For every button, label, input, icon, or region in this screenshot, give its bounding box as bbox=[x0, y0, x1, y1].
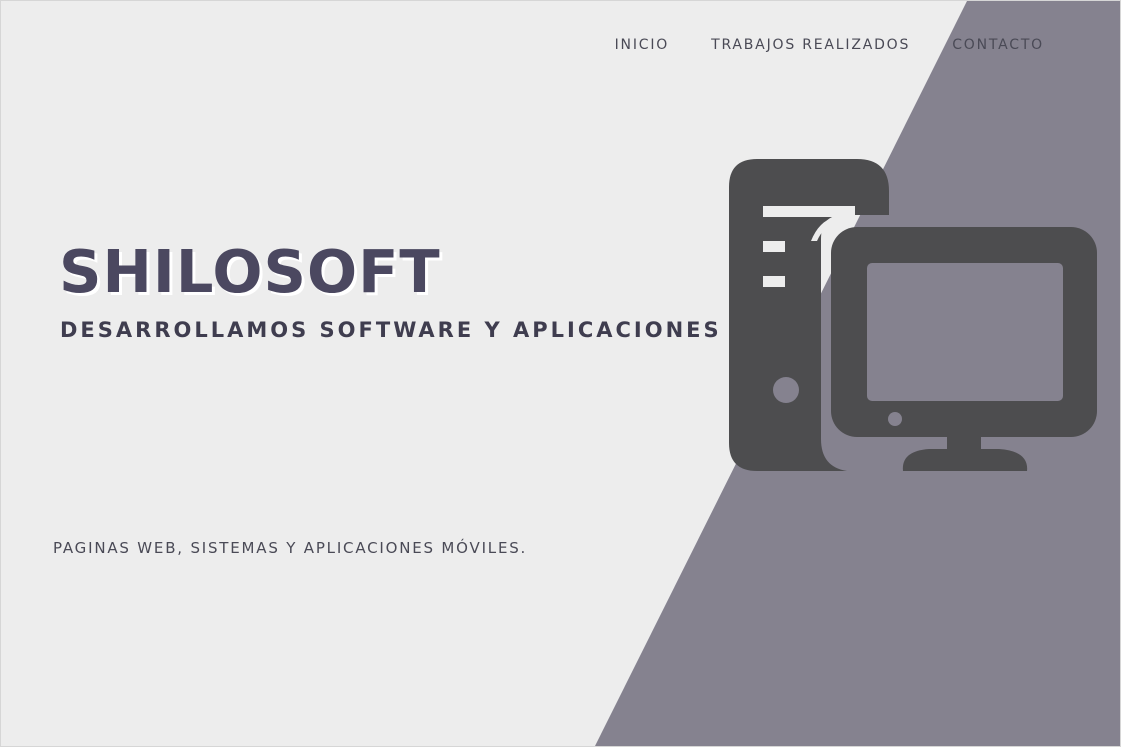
nav-link-contacto[interactable]: CONTACTO bbox=[952, 37, 1044, 53]
hero-title: SHILOSOFT bbox=[59, 237, 441, 306]
desktop-computer-icon bbox=[729, 159, 1097, 471]
nav-link-inicio[interactable]: INICIO bbox=[615, 37, 669, 53]
nav-link-trabajos-realizados[interactable]: TRABAJOS REALIZADOS bbox=[711, 37, 910, 53]
page: INICIO TRABAJOS REALIZADOS CONTACTO SHIL… bbox=[0, 0, 1121, 747]
hero-subtitle: DESARROLLAMOS SOFTWARE Y APLICACIONES bbox=[60, 318, 722, 342]
main-nav: INICIO TRABAJOS REALIZADOS CONTACTO bbox=[615, 37, 1044, 53]
hero-tagline: PAGINAS WEB, SISTEMAS Y APLICACIONES MÓV… bbox=[53, 539, 528, 557]
